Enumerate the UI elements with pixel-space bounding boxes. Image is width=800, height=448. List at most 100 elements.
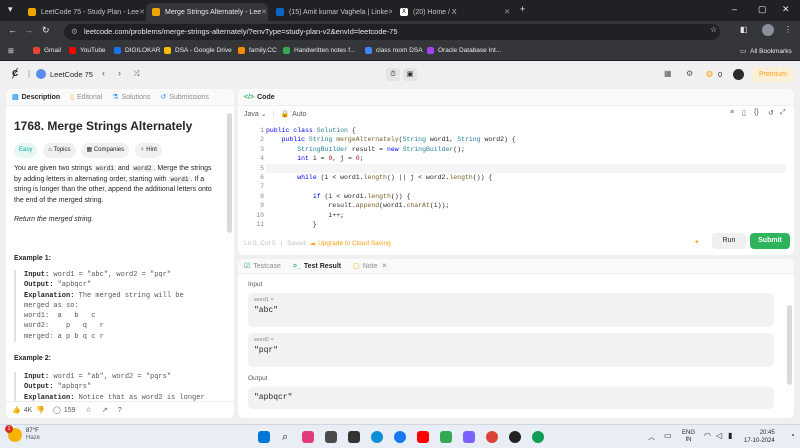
tab-description[interactable]: ▤ Description (12, 93, 60, 102)
topics-chip[interactable]: ⌂ Topics (43, 143, 76, 158)
close-tab-icon[interactable]: ✕ (261, 8, 267, 16)
wifi-icon[interactable]: ◠ (704, 431, 711, 440)
bookmark-classroom-dsa[interactable]: class room DSA (365, 47, 423, 54)
tab-test-result[interactable]: >_ Test Result (293, 263, 341, 270)
terminal-app-icon[interactable] (348, 431, 360, 443)
submit-button[interactable]: Submit (750, 233, 790, 249)
tab-submissions[interactable]: ↺ Submissions (160, 93, 209, 102)
companies-chip[interactable]: ▦ Companies (81, 143, 130, 158)
test-scrollbar[interactable] (787, 305, 792, 385)
close-tab-icon[interactable]: ✕ (504, 8, 510, 16)
address-bar[interactable]: ⚙ leetcode.com/problems/merge-strings-al… (64, 24, 720, 40)
tab-search-icon[interactable]: ▾ (8, 4, 13, 15)
thumbs-down-icon[interactable]: 👎 (36, 406, 45, 414)
back-arrow-icon[interactable]: ← (8, 25, 17, 35)
google-drive-app-icon[interactable] (440, 431, 452, 443)
media-player-icon[interactable] (509, 431, 521, 443)
browser-tab-merge-strings[interactable]: Merge Strings Alternately - Lee ✕ (146, 3, 268, 21)
youtube-app-icon[interactable] (417, 431, 429, 443)
code-editor[interactable]: public class Solution { public String me… (266, 126, 786, 229)
facebook-icon[interactable] (394, 431, 406, 443)
user-avatar[interactable] (733, 69, 744, 80)
settings-gear-icon[interactable]: ⚙ (686, 69, 693, 78)
all-bookmarks-folder[interactable]: ▭ All Bookmarks (740, 47, 792, 56)
network-icon[interactable]: ▭ (664, 431, 672, 440)
edge-icon[interactable] (371, 431, 383, 443)
browser-tab-linkedin[interactable]: (15) Amit kumar Vaghela | Linke ✕ (270, 3, 392, 21)
upgrade-link[interactable]: Upgrade to Cloud Saving (318, 240, 391, 247)
premium-button[interactable]: Premium (752, 67, 794, 82)
ai-assist-icon[interactable]: ✦ (694, 238, 699, 246)
run-button[interactable]: Run (712, 233, 746, 249)
windows-start-icon[interactable] (258, 431, 270, 443)
random-problem-icon[interactable]: ⤨ (133, 69, 139, 79)
language-select[interactable]: Java ⌄ (244, 110, 267, 118)
close-window-button[interactable]: ✕ (782, 4, 790, 15)
timer-icon[interactable]: ⏱ (386, 68, 400, 81)
close-tab-icon[interactable]: ✕ (382, 262, 388, 270)
bookmark-gmail[interactable]: Gmail (33, 47, 61, 54)
copilot-icon[interactable] (302, 431, 314, 443)
browser-tab-x[interactable]: X (20) Home / X ✕ (394, 3, 516, 21)
share-icon[interactable]: ↗ (102, 406, 108, 414)
tab-note[interactable]: ▢ Note ✕ (353, 262, 388, 271)
profile-avatar[interactable] (762, 24, 774, 36)
language-indicator[interactable]: ENG IN (682, 430, 695, 444)
new-tab-button[interactable]: + (520, 4, 525, 14)
chrome-profile-icon[interactable] (532, 431, 544, 443)
close-tab-icon[interactable]: ✕ (388, 8, 392, 16)
bookmark-star-icon[interactable]: ☆ (710, 25, 717, 34)
extensions-icon[interactable]: ◧ (740, 25, 748, 34)
notes-icon[interactable]: ▣ (403, 68, 417, 81)
bookmark-icon[interactable]: ▯ (742, 109, 746, 117)
forward-arrow-icon[interactable]: → (24, 25, 33, 35)
chrome-icon[interactable] (486, 431, 498, 443)
thumbs-up-icon[interactable]: 👍 (12, 406, 21, 414)
browser-tab-study-plan[interactable]: LeetCode 75 - Study Plan - Lee ✕ (22, 3, 144, 21)
hint-chip[interactable]: ♀ Hint (135, 143, 162, 158)
bookmark-dsa-drive[interactable]: DSA - Google Drive (164, 47, 232, 54)
weather-widget[interactable]: 1 87°F Haze (5, 425, 40, 442)
streak-fire-icon[interactable]: ◍ (706, 69, 713, 78)
clock[interactable]: 20:45 17-10-2024 (744, 429, 775, 445)
fullscreen-icon[interactable]: ⤢ (780, 109, 786, 117)
search-icon[interactable]: ⌕ (282, 431, 294, 443)
bookmark-digilokar[interactable]: DIGILOKAR (114, 47, 160, 54)
tab-testcase[interactable]: ☑ Testcase (244, 262, 281, 271)
visual-studio-icon[interactable] (463, 431, 475, 443)
reload-icon[interactable]: ↻ (42, 25, 50, 36)
divider: | (280, 239, 283, 247)
show-hidden-icons-icon[interactable]: ︿ (648, 432, 655, 442)
volume-icon[interactable]: ◁ (716, 431, 722, 440)
study-plan-title[interactable]: LeetCode 75 (50, 70, 93, 79)
code-toggle-icon[interactable]: {} (754, 109, 759, 116)
example-1-block: Input: word1 = "abc", word2 = "pqr" Outp… (14, 270, 219, 343)
layout-icon[interactable]: ▦ (664, 69, 672, 78)
close-tab-icon[interactable]: ✕ (139, 8, 144, 16)
leetcode-logo-icon[interactable]: ȼ (12, 67, 18, 79)
task-view-icon[interactable] (325, 431, 337, 443)
bookmark-oracle[interactable]: Oracle Database Int... (427, 47, 501, 54)
prev-problem-icon[interactable]: ‹ (102, 68, 105, 78)
notifications-bell-icon[interactable]: ◔ (790, 431, 795, 440)
auto-mode-label[interactable]: Auto (292, 111, 306, 118)
menu-kebab-icon[interactable]: ⋮ (784, 25, 792, 34)
description-scrollbar[interactable] (227, 113, 232, 233)
tab-editorial[interactable]: ▯ Editorial (70, 93, 102, 102)
battery-icon[interactable]: ▮ (728, 431, 732, 440)
bookmark-handwritten-notes[interactable]: Handwritten notes f... (283, 47, 355, 54)
maximize-button[interactable]: ▢ (758, 4, 767, 15)
format-icon[interactable]: ≡ (730, 109, 734, 116)
tab-solutions[interactable]: ⚗ Solutions (112, 93, 150, 102)
help-icon[interactable]: ? (118, 407, 122, 414)
comment-icon[interactable]: ◯ (53, 406, 61, 414)
bookmark-youtube[interactable]: YouTube (69, 47, 106, 54)
site-info-icon[interactable]: ⚙ (71, 24, 78, 40)
save-status: Saved (287, 239, 306, 247)
apps-grid-icon[interactable]: ⊞ (8, 47, 14, 55)
next-problem-icon[interactable]: › (118, 68, 121, 78)
favorite-star-icon[interactable]: ☆ (86, 406, 92, 414)
minimize-button[interactable]: – (732, 4, 737, 14)
bookmark-family[interactable]: family.CC (238, 47, 277, 54)
reset-icon[interactable]: ↺ (768, 109, 774, 117)
